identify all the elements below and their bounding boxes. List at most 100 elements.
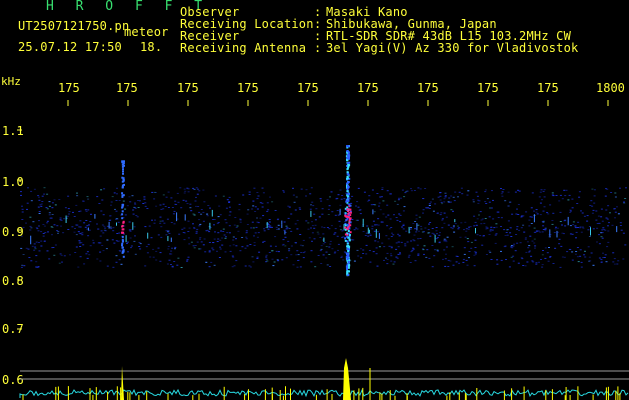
noise-pixel	[256, 208, 259, 210]
noise-pixel	[238, 209, 241, 211]
noise-pixel	[473, 225, 476, 227]
noise-pixel	[607, 241, 610, 243]
noise-pixel	[334, 228, 337, 230]
noise-pixel	[539, 231, 542, 233]
noise-pixel	[368, 250, 371, 251]
noise-pixel	[596, 227, 599, 229]
echo-streak	[108, 221, 110, 229]
noise-pixel	[38, 196, 40, 198]
noise-pixel	[496, 263, 499, 265]
noise-pixel	[74, 252, 77, 253]
noise-pixel	[548, 236, 551, 238]
noise-pixel	[309, 208, 312, 210]
noise-pixel	[167, 191, 170, 193]
noise-pixel	[137, 200, 139, 201]
noise-pixel	[51, 234, 53, 236]
noise-pixel	[202, 244, 205, 246]
noise-pixel	[443, 201, 446, 203]
noise-pixel	[544, 247, 547, 249]
noise-pixel	[601, 220, 604, 222]
echo-streak	[368, 229, 370, 234]
noise-pixel	[33, 188, 36, 190]
noise-pixel	[571, 233, 574, 235]
noise-pixel	[288, 248, 291, 250]
noise-pixel	[159, 252, 162, 254]
noise-pixel	[100, 210, 103, 212]
noise-pixel	[486, 198, 489, 200]
colon: :	[314, 41, 322, 55]
noise-pixel	[116, 241, 119, 242]
noise-pixel	[212, 249, 215, 251]
echo-pixel	[345, 215, 348, 218]
noise-pixel	[103, 188, 106, 190]
noise-pixel	[20, 235, 23, 237]
noise-pixel	[390, 227, 393, 228]
noise-pixel	[605, 209, 608, 211]
noise-pixel	[228, 206, 231, 208]
noise-pixel	[86, 196, 89, 198]
noise-pixel	[173, 210, 176, 212]
noise-pixel	[75, 224, 78, 226]
echo-pixel	[345, 199, 348, 202]
noise-pixel	[195, 187, 198, 189]
noise-pixel	[439, 192, 442, 193]
noise-pixel	[377, 231, 379, 233]
noise-pixel	[601, 237, 604, 239]
noise-pixel	[440, 201, 443, 203]
noise-pixel	[287, 205, 290, 207]
noise-pixel	[189, 207, 192, 209]
noise-pixel	[410, 240, 413, 242]
echo-streak	[147, 232, 149, 239]
noise-pixel	[237, 230, 240, 232]
noise-pixel	[258, 251, 261, 253]
noise-pixel	[46, 222, 49, 224]
noise-pixel	[287, 240, 290, 242]
noise-pixel	[445, 253, 447, 255]
echo-streak	[94, 214, 96, 219]
noise-pixel	[431, 232, 434, 234]
noise-pixel	[371, 225, 374, 227]
noise-pixel	[310, 204, 312, 206]
noise-pixel	[561, 224, 563, 226]
noise-pixel	[96, 258, 99, 260]
echo-streak	[170, 237, 172, 242]
noise-pixel	[442, 258, 444, 260]
noise-pixel	[66, 215, 69, 217]
noise-pixel	[390, 253, 392, 255]
noise-pixel	[46, 220, 49, 222]
noise-pixel	[506, 234, 509, 236]
noise-pixel	[122, 200, 125, 202]
noise-pixel	[447, 266, 450, 267]
noise-pixel	[412, 248, 415, 250]
noise-pixel	[330, 191, 333, 193]
noise-pixel	[540, 259, 542, 260]
noise-pixel	[142, 203, 145, 204]
noise-pixel	[483, 222, 486, 224]
noise-pixel	[542, 190, 545, 192]
noise-pixel	[422, 212, 424, 214]
echo-pixel	[121, 160, 124, 163]
noise-pixel	[111, 196, 114, 198]
noise-pixel	[298, 207, 301, 209]
noise-pixel	[187, 256, 190, 258]
noise-pixel	[453, 231, 456, 233]
noise-pixel	[403, 196, 406, 198]
noise-pixel	[474, 253, 477, 255]
noise-pixel	[301, 245, 304, 247]
noise-pixel	[454, 223, 457, 225]
noise-pixel	[242, 194, 245, 196]
noise-pixel	[162, 208, 165, 210]
noise-pixel	[392, 234, 395, 236]
noise-pixel	[604, 195, 607, 197]
echo-pixel	[122, 162, 125, 165]
noise-pixel	[134, 202, 136, 204]
noise-pixel	[548, 247, 550, 248]
noise-pixel	[88, 254, 91, 256]
noise-pixel	[193, 188, 196, 190]
noise-pixel	[566, 251, 569, 253]
noise-pixel	[402, 223, 405, 225]
noise-pixel	[436, 212, 439, 214]
noise-pixel	[228, 214, 231, 216]
noise-pixel	[165, 196, 168, 198]
noise-pixel	[418, 216, 421, 218]
